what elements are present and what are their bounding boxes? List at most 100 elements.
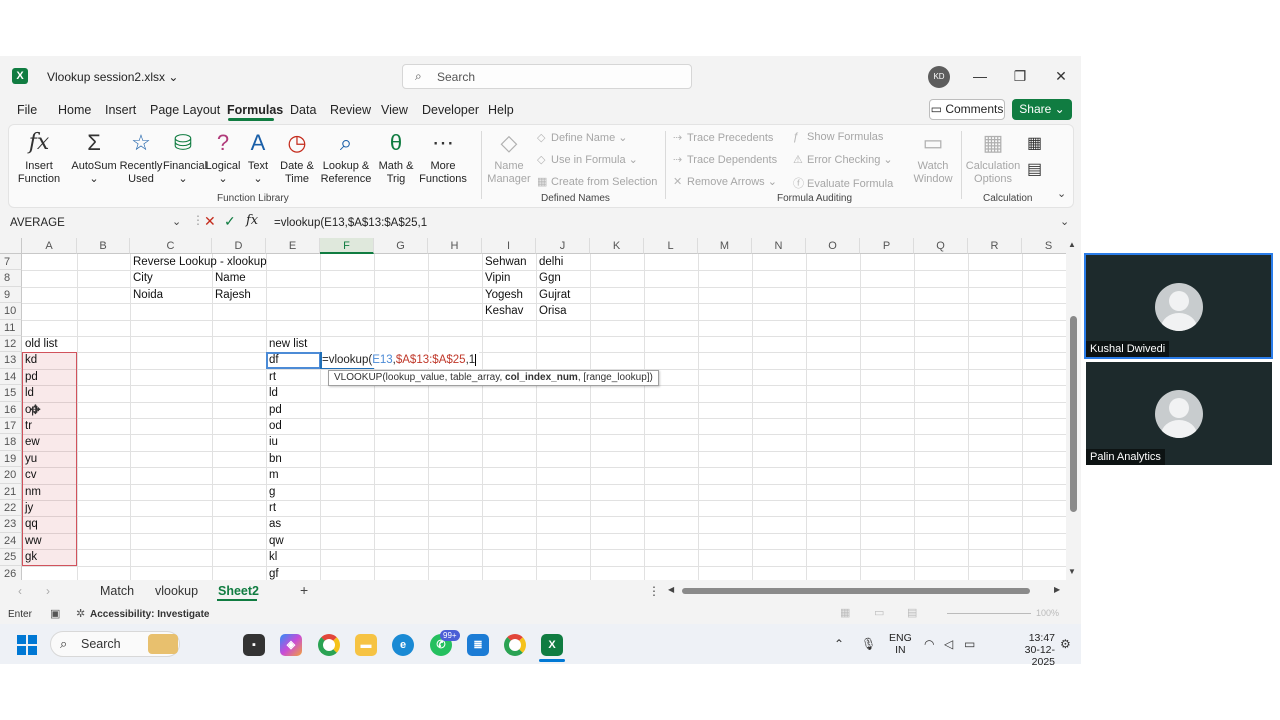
logical-button[interactable]: ? Logical ⌄	[205, 129, 241, 186]
column-header-m[interactable]: M	[698, 238, 752, 254]
cell-j10[interactable]: Orisa	[536, 303, 566, 319]
cell-a22[interactable]: jy	[22, 500, 33, 516]
financial-button[interactable]: ⛁ Financial ⌄	[163, 129, 207, 186]
copilot-icon[interactable]: ◈	[280, 634, 302, 656]
row-header-17[interactable]: 17	[0, 418, 22, 435]
tab-view[interactable]: View	[381, 103, 408, 117]
name-manager-button[interactable]: ◇ Name Manager	[487, 129, 531, 186]
row-header-24[interactable]: 24	[0, 532, 22, 550]
column-header-k[interactable]: K	[590, 238, 644, 254]
trace-precedents-button[interactable]: ⇢ Trace Precedents	[673, 131, 773, 144]
edge-icon[interactable]: e	[392, 634, 414, 656]
accessibility-icon[interactable]: ✲	[76, 607, 85, 620]
cell-a15[interactable]: ld	[22, 385, 34, 401]
calculate-now-icon[interactable]: ▦	[1027, 133, 1042, 153]
column-header-a[interactable]: A	[22, 238, 77, 254]
chrome-profile-icon[interactable]	[504, 634, 526, 656]
file-title[interactable]: Vlookup session2.xlsx ⌄	[47, 70, 178, 84]
cell-a20[interactable]: cv	[22, 467, 37, 483]
use-in-formula-button[interactable]: ◇ Use in Formula ⌄	[537, 153, 638, 166]
cell-a23[interactable]: qq	[22, 516, 38, 532]
cell-a14[interactable]: pd	[22, 369, 38, 385]
cell-e23[interactable]: as	[266, 516, 281, 532]
input-language[interactable]: ENG IN	[889, 632, 912, 656]
accessibility-status[interactable]: Accessibility: Investigate	[90, 609, 210, 620]
cell-e25[interactable]: kl	[266, 549, 277, 565]
chrome-icon[interactable]	[318, 634, 340, 656]
define-name-button[interactable]: ◇ Define Name ⌄	[537, 131, 627, 144]
cell-a18[interactable]: ew	[22, 434, 40, 450]
math-trig-button[interactable]: θ Math & Trig	[373, 129, 419, 186]
row-header-9[interactable]: 9	[0, 286, 22, 304]
windows-start-icon[interactable]	[17, 635, 37, 655]
autosum-button[interactable]: Σ AutoSum ⌄	[71, 129, 117, 186]
cell-e17[interactable]: od	[266, 418, 282, 434]
tab-home[interactable]: Home	[58, 103, 91, 117]
sheet-tab-match[interactable]: Match	[100, 584, 134, 598]
cell-e24[interactable]: qw	[266, 533, 284, 549]
column-header-h[interactable]: H	[428, 238, 482, 254]
tray-overflow-icon[interactable]: ⌃	[834, 637, 844, 651]
horizontal-scroll-thumb[interactable]	[682, 588, 1030, 594]
column-header-i[interactable]: I	[482, 238, 536, 254]
cell-i7[interactable]: Sehwan	[482, 254, 527, 270]
error-checking-button[interactable]: ⚠ Error Checking ⌄	[793, 153, 893, 166]
add-sheet-button[interactable]: +	[300, 582, 308, 598]
cell-j7[interactable]: delhi	[536, 254, 563, 270]
row-header-14[interactable]: 14	[0, 368, 22, 386]
row-header-25[interactable]: 25	[0, 549, 22, 566]
participant-tile-kushal[interactable]: Kushal Dwivedi	[1084, 253, 1273, 359]
column-header-l[interactable]: L	[644, 238, 698, 254]
cell-e20[interactable]: m	[266, 467, 279, 483]
page-break-view-icon[interactable]: ▤	[907, 606, 917, 619]
page-layout-view-icon[interactable]: ▭	[874, 606, 884, 619]
cell-e22[interactable]: rt	[266, 500, 276, 516]
name-box-dropdown-icon[interactable]: ⌄	[172, 215, 181, 228]
cell-a25[interactable]: gk	[22, 549, 37, 565]
column-header-o[interactable]: O	[806, 238, 860, 254]
zoom-slider[interactable]	[947, 613, 1031, 614]
row-header-23[interactable]: 23	[0, 516, 22, 533]
tab-page-layout[interactable]: Page Layout	[150, 103, 220, 117]
restore-icon[interactable]: ❐	[1010, 66, 1030, 86]
column-header-f[interactable]: F	[320, 238, 374, 254]
evaluate-formula-button[interactable]: ⓕ Evaluate Formula	[793, 175, 893, 191]
notes-app-icon[interactable]: ≣	[467, 634, 489, 656]
cell-d9[interactable]: Rajesh	[212, 287, 251, 303]
cancel-icon[interactable]: ✕	[204, 213, 216, 230]
row-header-7[interactable]: 7	[0, 254, 22, 271]
watch-window-button[interactable]: ▭ Watch Window	[911, 129, 955, 186]
cell-c8[interactable]: City	[130, 270, 153, 286]
cell-i8[interactable]: Vipin	[482, 270, 510, 286]
calculation-options-button[interactable]: ▦ Calculation Options	[965, 129, 1021, 186]
clock[interactable]: 13:47 30-12-2025	[1015, 632, 1055, 668]
cell-a12[interactable]: old list	[22, 336, 58, 352]
cell-e16[interactable]: pd	[266, 402, 282, 418]
tab-developer[interactable]: Developer	[422, 103, 479, 117]
sheet-tab-vlookup[interactable]: vlookup	[155, 584, 198, 598]
function-tooltip[interactable]: VLOOKUP(lookup_value, table_array, col_i…	[328, 370, 659, 386]
column-header-p[interactable]: P	[860, 238, 914, 254]
worksheet-grid[interactable]: ABCDEFGHIJKLMNOPQRS 7 8 9 10 11 12 13 14 15 16 17 1…	[0, 238, 1066, 580]
enter-check-icon[interactable]: ✓	[224, 213, 236, 230]
volume-icon[interactable]: ◁	[944, 637, 953, 651]
row-header-19[interactable]: 19	[0, 450, 22, 468]
cell-a24[interactable]: ww	[22, 533, 42, 549]
cell-a21[interactable]: nm	[22, 484, 41, 500]
battery-icon[interactable]: ▭	[964, 637, 975, 651]
excel-taskbar-icon[interactable]: X	[541, 634, 563, 656]
cell-i10[interactable]: Keshav	[482, 303, 523, 319]
cell-e12[interactable]: new list	[266, 336, 307, 352]
cell-e21[interactable]: g	[266, 484, 275, 500]
row-header-21[interactable]: 21	[0, 483, 22, 500]
comments-button[interactable]: ▭ Comments	[929, 99, 1005, 120]
scroll-up-icon[interactable]: ▲	[1068, 240, 1076, 249]
row-header-18[interactable]: 18	[0, 434, 22, 451]
row-header-15[interactable]: 15	[0, 385, 22, 402]
row-header-11[interactable]: 11	[0, 319, 22, 336]
column-header-e[interactable]: E	[266, 238, 320, 254]
row-header-8[interactable]: 8	[0, 270, 22, 287]
row-header-16[interactable]: 16	[0, 401, 22, 418]
sheet-tab-sheet2[interactable]: Sheet2	[218, 584, 259, 598]
row-header-12[interactable]: 12	[0, 336, 22, 353]
